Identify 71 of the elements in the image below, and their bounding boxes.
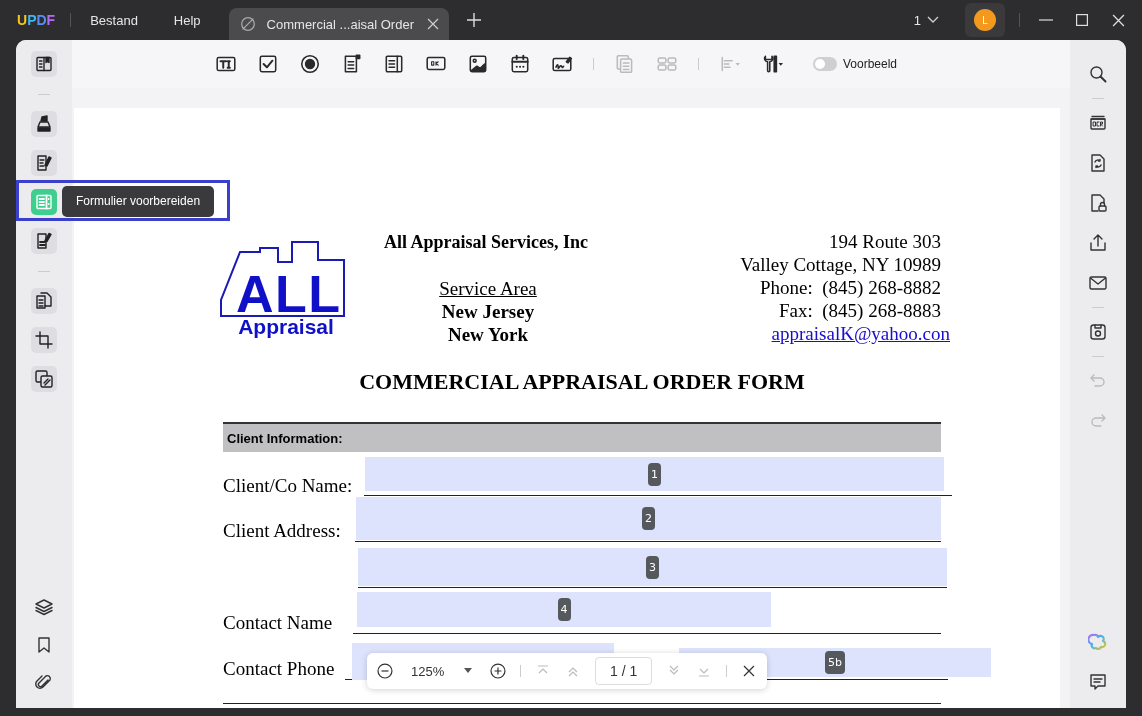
highlighter-tool[interactable] — [31, 111, 57, 137]
section-header: Client Information: — [223, 422, 941, 452]
field-label: Client/Co Name: — [223, 474, 353, 498]
page-counter: 1 — [913, 12, 921, 28]
overlay-icon — [34, 369, 54, 389]
add-tab-icon[interactable] — [466, 13, 481, 27]
sign-document-tool[interactable] — [31, 228, 57, 254]
field-number: 1 — [648, 462, 661, 486]
close-icon[interactable] — [1111, 13, 1125, 27]
calendar-icon[interactable] — [508, 53, 531, 75]
menu-item[interactable]: Help — [169, 10, 205, 30]
form-icon — [34, 192, 54, 212]
overlay-tool[interactable] — [31, 366, 57, 392]
field-label: Contact Phone — [223, 657, 335, 681]
tooltip: Formulier voorbereiden — [62, 186, 215, 217]
field-number: 3 — [646, 555, 659, 579]
page-field[interactable]: 1 / 1 — [595, 657, 653, 685]
radio-button-icon[interactable] — [298, 53, 321, 75]
company-name: All Appraisal Services, Inc — [383, 231, 589, 253]
form-field[interactable]: 2 — [356, 497, 941, 540]
edit-document-tool[interactable] — [31, 150, 57, 176]
form-field[interactable]: 1 — [365, 457, 944, 491]
preview-label: Voorbeeld — [842, 57, 897, 71]
close-icon[interactable] — [426, 18, 439, 30]
pages-tool[interactable] — [31, 288, 57, 314]
zoom-out-icon[interactable] — [377, 663, 393, 679]
caret-icon[interactable] — [464, 668, 473, 674]
field-number: 2 — [642, 507, 655, 530]
email-link[interactable]: appraisalK@yahoo.con — [771, 322, 950, 345]
menu-item[interactable]: Bestand — [86, 10, 142, 30]
app-logo: UPDF — [17, 12, 56, 28]
edit-document-icon — [34, 153, 54, 173]
preview-toggle[interactable] — [812, 57, 837, 71]
share-icon[interactable] — [1088, 233, 1108, 253]
save-icon[interactable] — [1088, 322, 1108, 342]
address-line: Fax: (845) 268-8883 — [779, 299, 941, 322]
service-area-heading: Service Area — [439, 277, 537, 300]
field-label: Contact Name — [223, 611, 333, 635]
tab-label: Commercial ...aisal Order — [266, 16, 415, 32]
service-area: New York — [447, 323, 528, 346]
highlighter-icon — [34, 114, 54, 134]
maximize-icon[interactable] — [1076, 14, 1088, 26]
ai-assistant-icon[interactable] — [1088, 632, 1108, 652]
form-title: COMMERCIAL APPRAISAL ORDER FORM — [358, 369, 806, 395]
field-number: 4 — [557, 598, 571, 621]
form-field[interactable]: 3 — [358, 548, 947, 586]
form-field[interactable]: 4 — [357, 592, 771, 627]
book-tool[interactable] — [31, 51, 57, 77]
address-line: 194 Route 303 — [829, 230, 941, 253]
field-number: 5b — [825, 651, 845, 674]
zoom-in-icon[interactable] — [490, 663, 507, 679]
search-icon[interactable] — [1088, 64, 1108, 84]
layers-icon[interactable] — [34, 597, 54, 617]
mail-icon[interactable] — [1088, 273, 1108, 293]
comment-icon[interactable] — [1088, 672, 1108, 692]
ocr-icon[interactable] — [1088, 113, 1108, 133]
chevron-down-icon[interactable] — [927, 16, 939, 24]
crop-icon — [34, 330, 54, 350]
pages-icon — [34, 291, 54, 311]
document-tab[interactable]: Commercial ...aisal Order — [228, 8, 449, 40]
address-line: Valley Cottage, NY 10989 — [740, 253, 941, 276]
locked-document-icon[interactable] — [1088, 193, 1108, 213]
sign-document-icon — [34, 231, 54, 251]
crop-tool[interactable] — [31, 327, 57, 353]
field-label: Client Address: — [223, 519, 341, 543]
zoom-level[interactable]: 125% — [410, 663, 445, 679]
book-icon — [34, 54, 54, 74]
convert-document-icon[interactable] — [1088, 153, 1108, 173]
slashed-circle-icon — [238, 15, 257, 33]
service-area: New Jersey — [441, 300, 535, 323]
address-line: Phone: (845) 268-8882 — [760, 276, 941, 299]
